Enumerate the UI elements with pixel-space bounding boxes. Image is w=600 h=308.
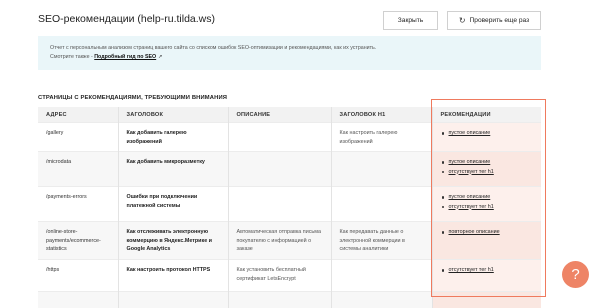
cell-heading: Ошибки при подключении платежной системы — [118, 187, 228, 222]
info-see-also: Смотрите также - — [50, 54, 93, 60]
cell-recommendations: пустое описание отсутствует тег h1 — [432, 187, 541, 222]
cell-h1 — [331, 152, 432, 187]
recommendation-link[interactable]: пустое описание — [449, 159, 491, 165]
recommendation-item: отсутствует тег h1 — [441, 168, 536, 177]
header-description: ОПИСАНИЕ — [228, 107, 331, 123]
cell-recommendations: повторное описание — [432, 222, 541, 260]
recommendation-item: отсутствует тег h1 — [441, 203, 536, 212]
cell-address: /online-store-payments/ecommerce-statist… — [38, 222, 118, 260]
cell-recommendations: пустое описание отсутствует тег h1 — [432, 152, 541, 187]
cell-heading: Как добавить галерею изображений — [118, 123, 228, 152]
recommendation-item: отсутствует тег h1 — [441, 266, 536, 275]
recheck-button-label: Проверить еще раз — [470, 17, 530, 24]
cell-h1 — [331, 187, 432, 222]
table-row: /https Как настроить протокол HTTPS Как … — [38, 260, 541, 292]
recommendation-list: отсутствует тег h1 — [441, 266, 536, 275]
recommendation-list: пустое описание отсутствует тег h1 — [441, 158, 536, 176]
close-button[interactable]: Закрыть — [383, 11, 438, 30]
close-button-label: Закрыть — [398, 17, 423, 24]
info-text: Отчет с персональным анализом страниц ва… — [50, 45, 376, 51]
recommendations-table: АДРЕС ЗАГОЛОВОК ОПИСАНИЕ ЗАГОЛОВОК H1 РЕ… — [38, 107, 541, 308]
cell-h1: Как настроить галерею изображений — [331, 123, 432, 152]
question-icon: ? — [571, 266, 579, 283]
info-banner: Отчет с персональным анализом страниц ва… — [38, 36, 541, 70]
cell-address: /gallery — [38, 123, 118, 152]
cell-h1 — [331, 260, 432, 292]
header: SEO-рекомендации (help-ru.tilda.ws) Закр… — [0, 0, 600, 40]
info-see-also-row: Смотрите также - Подробный гид по SEO↗ — [50, 53, 529, 62]
recommendation-list: пустое описание — [441, 129, 536, 138]
recommendation-link[interactable]: повторное описание — [449, 229, 500, 235]
cell-recommendations: пустое описание — [432, 123, 541, 152]
cell-description — [228, 187, 331, 222]
cell-address: /microdata — [38, 152, 118, 187]
cell-address: /payments-errors — [38, 187, 118, 222]
header-address: АДРЕС — [38, 107, 118, 123]
cell-description: Как установить бесплатный сертификат Let… — [228, 260, 331, 292]
cell-description — [228, 152, 331, 187]
recheck-button[interactable]: ↻ Проверить еще раз — [447, 11, 541, 30]
recommendation-item: пустое описание — [441, 129, 536, 138]
cell-heading: Как добавить микроразметку — [118, 152, 228, 187]
recommendation-link[interactable]: отсутствует тег h1 — [449, 204, 494, 210]
recommendation-item: повторное описание — [441, 228, 536, 237]
recommendation-link[interactable]: пустое описание — [449, 194, 491, 200]
header-recommendations: РЕКОМЕНДАЦИИ — [432, 107, 541, 123]
cell-description — [228, 123, 331, 152]
cell-heading: Как настроить протокол HTTPS — [118, 260, 228, 292]
recommendation-link[interactable]: отсутствует тег h1 — [449, 267, 494, 273]
page-title: SEO-рекомендации (help-ru.tilda.ws) — [38, 13, 215, 25]
recommendation-list: повторное описание — [441, 228, 536, 237]
table-header-row: АДРЕС ЗАГОЛОВОК ОПИСАНИЕ ЗАГОЛОВОК H1 РЕ… — [38, 107, 541, 123]
help-button[interactable]: ? — [562, 261, 589, 288]
recommendation-item: пустое описание — [441, 193, 536, 202]
recommendation-link[interactable]: отсутствует тег h1 — [449, 169, 494, 175]
cell-h1: Как передавать данные о электронной комм… — [331, 222, 432, 260]
header-heading: ЗАГОЛОВОК — [118, 107, 228, 123]
section-title: СТРАНИЦЫ С РЕКОМЕНДАЦИЯМИ, ТРЕБУЮЩИМИ ВН… — [38, 95, 227, 101]
table-row: /payments-errors Ошибки при подключении … — [38, 187, 541, 222]
table-row: /online-store-payments/ecommerce-statist… — [38, 222, 541, 260]
cell-description: Автоматическая отправка письма покупател… — [228, 222, 331, 260]
cell-recommendations: отсутствует тег h1 — [432, 260, 541, 292]
header-h1: ЗАГОЛОВОК H1 — [331, 107, 432, 123]
seo-guide-link[interactable]: Подробный гид по SEO — [94, 54, 156, 60]
recommendation-item: пустое описание — [441, 158, 536, 167]
table-row: /microdata Как добавить микроразметку пу… — [38, 152, 541, 187]
external-link-icon: ↗ — [158, 54, 162, 60]
recommendation-list: пустое описание отсутствует тег h1 — [441, 193, 536, 211]
refresh-icon: ↻ — [459, 16, 466, 25]
cell-address: /https — [38, 260, 118, 292]
cell-heading: Как отслеживать электронную коммерцию в … — [118, 222, 228, 260]
table-row: /gallery Как добавить галерею изображени… — [38, 123, 541, 152]
recommendation-link[interactable]: пустое описание — [449, 130, 491, 136]
